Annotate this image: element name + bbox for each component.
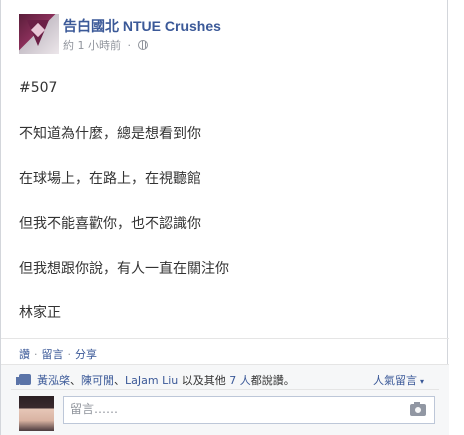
action-separator: ·	[67, 348, 72, 361]
comment-link[interactable]: 留言	[42, 348, 64, 361]
thumb-up-icon	[16, 374, 31, 385]
post-line: 林家正	[19, 305, 61, 321]
camera-icon[interactable]	[410, 402, 426, 416]
page-name-link[interactable]: 告白國北 NTUE Crushes	[63, 16, 221, 36]
chevron-down-icon: ▾	[420, 377, 425, 386]
liker-name[interactable]: LaJam Liu	[125, 374, 178, 387]
likes-summary: 黃泓棨、陳可閒、LaJam Liu 以及其他 7 人都說讚。	[16, 372, 295, 388]
post-line: 但我想跟你說，有人一直在關注你	[19, 261, 229, 277]
post-meta: 約 1 小時前 ·	[63, 37, 148, 53]
globe-icon[interactable]	[137, 40, 148, 50]
post-line: 在球場上，在路上，在視聽館	[19, 171, 201, 187]
liker-separator: 、	[114, 374, 125, 387]
comment-sort-label: 人氣留言	[373, 374, 417, 387]
feedback-divider	[1, 364, 449, 365]
actions-divider	[1, 338, 449, 339]
meta-separator: ·	[127, 39, 132, 52]
action-separator: ·	[34, 348, 38, 361]
liker-name[interactable]: 陳可閒	[81, 374, 114, 387]
post-timestamp[interactable]: 約 1 小時前	[63, 39, 121, 52]
like-link[interactable]: 讚	[19, 348, 30, 361]
others-like-link[interactable]: 7 人	[229, 374, 251, 387]
liker-name[interactable]: 黃泓棨	[37, 374, 70, 387]
comment-sort-dropdown[interactable]: 人氣留言 ▾	[373, 372, 424, 388]
page-avatar[interactable]	[19, 14, 59, 54]
likes-suffix-pre: 以及其他	[181, 374, 226, 387]
share-link[interactable]: 分享	[75, 348, 97, 361]
comment-divider	[11, 389, 439, 390]
post-line: 不知道為什麼，總是想看到你	[19, 126, 201, 142]
user-avatar[interactable]	[19, 396, 54, 431]
post-line: #507	[19, 80, 58, 96]
post-card: 告白國北 NTUE Crushes 約 1 小時前 · #507 不知道為什麼，…	[0, 0, 449, 435]
post-actions: 讚 · 留言 · 分享	[19, 346, 97, 362]
post-line: 但我不能喜歡你，也不認識你	[19, 216, 201, 232]
comment-box	[63, 396, 435, 424]
liker-separator: 、	[70, 374, 81, 387]
likes-suffix-post: 都說讚。	[250, 374, 295, 387]
comment-input[interactable]	[64, 397, 406, 421]
